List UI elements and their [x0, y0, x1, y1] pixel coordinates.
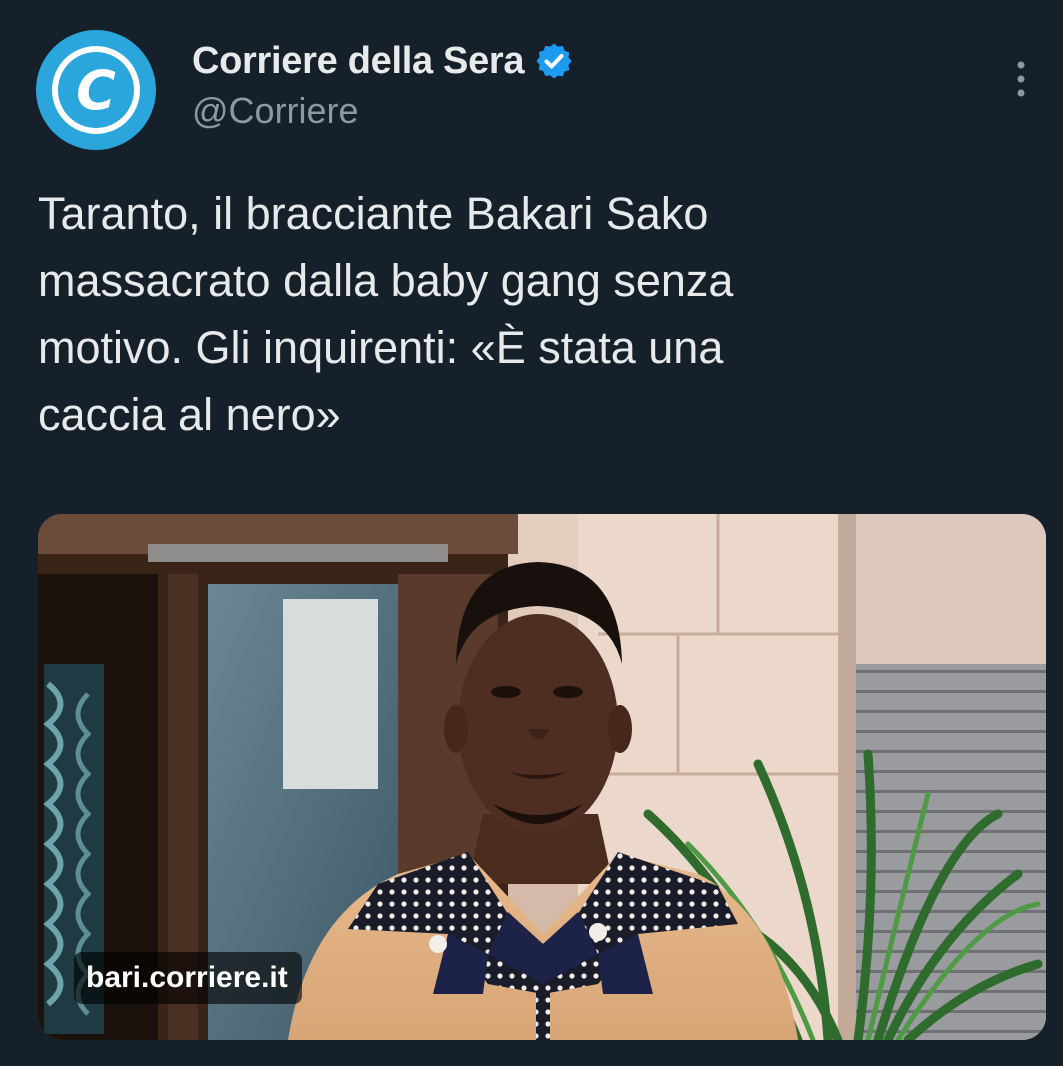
author-block: Corriere della Sera @Corriere [192, 36, 574, 132]
name-row: Corriere della Sera [192, 36, 574, 86]
tweet-text: Taranto, il bracciante Bakari Sako massa… [38, 188, 734, 440]
handle[interactable]: @Corriere [192, 90, 574, 132]
corriere-logo-icon: C [38, 32, 154, 148]
display-name[interactable]: Corriere della Sera [192, 40, 525, 83]
avatar-letter: C [76, 59, 116, 122]
more-options-button[interactable] [1009, 58, 1033, 100]
avatar[interactable]: C [36, 30, 156, 150]
more-vertical-icon [1017, 61, 1025, 97]
link-domain[interactable]: bari.corriere.it [74, 952, 302, 1004]
tweet[interactable]: C Corriere della Sera @Corriere Taranto,… [0, 0, 1063, 1066]
verified-badge-icon [536, 43, 572, 79]
